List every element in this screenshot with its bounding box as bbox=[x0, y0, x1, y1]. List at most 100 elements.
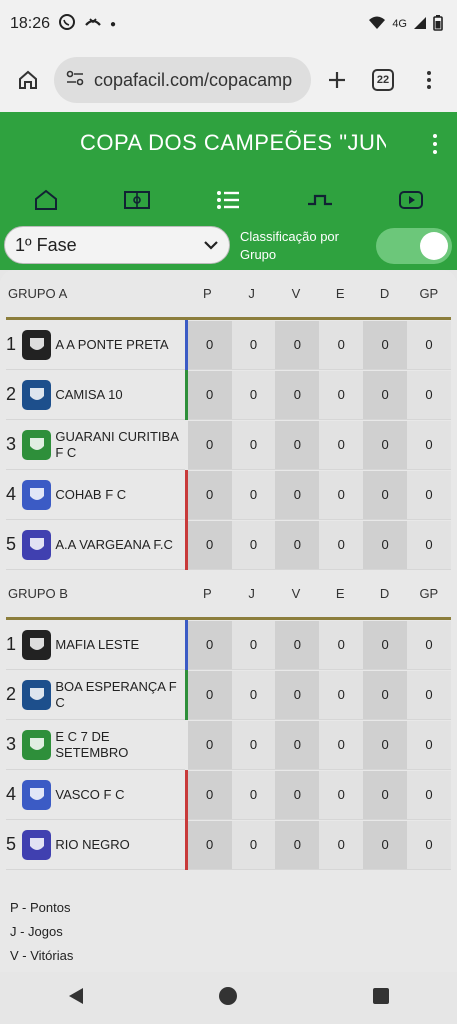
column-header: GP bbox=[419, 286, 439, 301]
wifi-icon bbox=[368, 16, 386, 33]
column-header: V bbox=[291, 286, 301, 301]
stat-cell: 0 bbox=[407, 520, 451, 569]
bracket-icon bbox=[307, 194, 332, 206]
stat-cell: 0 bbox=[407, 720, 451, 769]
standings-row[interactable]: 5 RIO NEGRO 0 0 0 0 0 0 bbox=[6, 819, 451, 870]
stat-cell: 0 bbox=[319, 670, 364, 719]
stat-cell: 0 bbox=[231, 320, 276, 369]
stat-cell: 0 bbox=[187, 720, 232, 769]
group-toggle-label: Classificação por Grupo bbox=[240, 229, 339, 262]
team-logo bbox=[21, 729, 52, 760]
app-header: COPA DOS CAMPEÕES "JUN 1º Fase Classific… bbox=[0, 112, 457, 270]
stat-cell: 0 bbox=[319, 320, 364, 369]
phase-value: 1º Fase bbox=[15, 234, 77, 255]
list-icon bbox=[217, 191, 240, 209]
recents-icon bbox=[373, 987, 390, 1004]
stat-cell: 0 bbox=[407, 470, 451, 519]
team-name[interactable]: A.A VARGEANA F.C bbox=[55, 519, 188, 570]
legend-item: V - Vitórias bbox=[10, 948, 74, 963]
team-name[interactable]: VASCO F C bbox=[55, 769, 188, 820]
standings-row[interactable]: 4 VASCO F C000000 bbox=[6, 769, 451, 820]
status-time: 18:26 bbox=[10, 15, 51, 32]
stat-cell: 0 bbox=[407, 420, 451, 469]
app-menu-button[interactable] bbox=[423, 130, 447, 158]
new-tab-button[interactable] bbox=[317, 60, 357, 100]
toggle-knob bbox=[420, 232, 448, 260]
nav-matches[interactable] bbox=[115, 182, 159, 218]
tab-switcher-button[interactable]: 22 bbox=[363, 60, 403, 100]
team-name[interactable]: E C 7 DE SETEMBRO bbox=[55, 719, 188, 770]
standings-row[interactable]: 3 GUARANI CURITIBA F C000000 bbox=[6, 419, 451, 470]
nav-standings[interactable] bbox=[206, 182, 250, 218]
team-logo bbox=[21, 779, 52, 810]
team-logo bbox=[21, 479, 52, 510]
notification-dot-icon: ● bbox=[110, 18, 117, 30]
stat-cell: 0 bbox=[407, 370, 451, 419]
address-bar[interactable]: copafacil.com/copacamp bbox=[54, 57, 311, 103]
stat-cell: 0 bbox=[231, 670, 276, 719]
group-classification-toggle[interactable] bbox=[376, 228, 452, 264]
position: 3 bbox=[6, 434, 17, 454]
team-name[interactable]: COHAB F C bbox=[55, 469, 188, 520]
column-header: V bbox=[291, 586, 301, 601]
network-type: 4G bbox=[392, 18, 407, 30]
standings-row[interactable]: 4 COHAB F C000000 bbox=[6, 469, 451, 520]
home-icon bbox=[19, 70, 37, 89]
nav-bracket[interactable] bbox=[298, 182, 342, 218]
status-bar: 18:26 ● 4G bbox=[0, 0, 457, 48]
stat-cell: 0 bbox=[231, 420, 276, 469]
standings-row[interactable]: 1A A PONTE PRETA 0 0 0 0 0 0 bbox=[6, 319, 451, 370]
column-header: J bbox=[248, 586, 255, 601]
stat-cell: 0 bbox=[363, 620, 408, 669]
standings-row[interactable]: 2 BOA ESPERANÇA F C000000 bbox=[6, 669, 451, 720]
stat-cell: 0 bbox=[319, 720, 364, 769]
plus-icon bbox=[329, 72, 345, 88]
position: 3 bbox=[6, 734, 17, 754]
home-circle-icon bbox=[219, 986, 238, 1005]
more-vert-icon bbox=[427, 71, 431, 89]
stat-cell: 0 bbox=[319, 520, 364, 569]
stat-cell: 0 bbox=[275, 770, 320, 819]
team-name[interactable]: A A PONTE PRETA bbox=[55, 319, 188, 370]
stat-cell: 0 bbox=[363, 320, 408, 369]
legend-item: P - Pontos bbox=[10, 900, 71, 915]
group-header: GRUPO B P J V E D GP bbox=[6, 570, 451, 620]
site-settings-icon[interactable] bbox=[66, 70, 84, 91]
stat-cell: 0 bbox=[231, 520, 276, 569]
stat-cell: 0 bbox=[319, 620, 364, 669]
group-header: GRUPO A P J V E D GP bbox=[6, 270, 451, 320]
team-name[interactable]: MAFIA LESTE bbox=[55, 619, 188, 670]
whatsapp-icon bbox=[58, 13, 76, 36]
stat-cell: 0 bbox=[319, 470, 364, 519]
stat-cell: 0 bbox=[187, 520, 232, 569]
phase-dropdown[interactable]: 1º Fase bbox=[4, 226, 230, 264]
stat-cell: 0 bbox=[187, 370, 232, 419]
stat-cell: 0 bbox=[187, 770, 232, 819]
recents-button[interactable] bbox=[372, 987, 390, 1010]
video-icon bbox=[399, 191, 424, 209]
nav-videos[interactable] bbox=[389, 182, 433, 218]
back-button[interactable] bbox=[67, 986, 85, 1011]
team-logo bbox=[21, 379, 52, 410]
stat-cell: 0 bbox=[363, 720, 408, 769]
team-name[interactable]: CAMISA 10 bbox=[55, 369, 188, 420]
standings-row[interactable]: 3E C 7 DE SETEMBRO 0 0 0 0 0 0 bbox=[6, 719, 451, 770]
home-button[interactable] bbox=[218, 986, 238, 1011]
browser-menu-button[interactable] bbox=[409, 60, 449, 100]
stat-cell: 0 bbox=[407, 620, 451, 669]
nav-home[interactable] bbox=[24, 182, 68, 218]
position: 4 bbox=[6, 784, 17, 804]
team-name[interactable]: RIO NEGRO bbox=[55, 819, 188, 870]
standings-row[interactable]: 1 MAFIA LESTE 0 0 0 0 0 0 bbox=[6, 619, 451, 670]
browser-home-button[interactable] bbox=[8, 60, 48, 100]
stat-cell: 0 bbox=[407, 670, 451, 719]
stat-cell: 0 bbox=[187, 470, 232, 519]
column-header: D bbox=[379, 586, 390, 601]
stat-cell: 0 bbox=[363, 420, 408, 469]
standings-row[interactable]: 2 CAMISA 10 0 0 0 0 0 0 bbox=[6, 369, 451, 420]
stat-cell: 0 bbox=[407, 770, 451, 819]
position: 5 bbox=[6, 834, 17, 854]
team-name[interactable]: BOA ESPERANÇA F C bbox=[55, 669, 188, 720]
team-name[interactable]: GUARANI CURITIBA F C bbox=[55, 419, 188, 470]
standings-row[interactable]: 5 A.A VARGEANA F.C 0 0 0 0 0 0 bbox=[6, 519, 451, 570]
